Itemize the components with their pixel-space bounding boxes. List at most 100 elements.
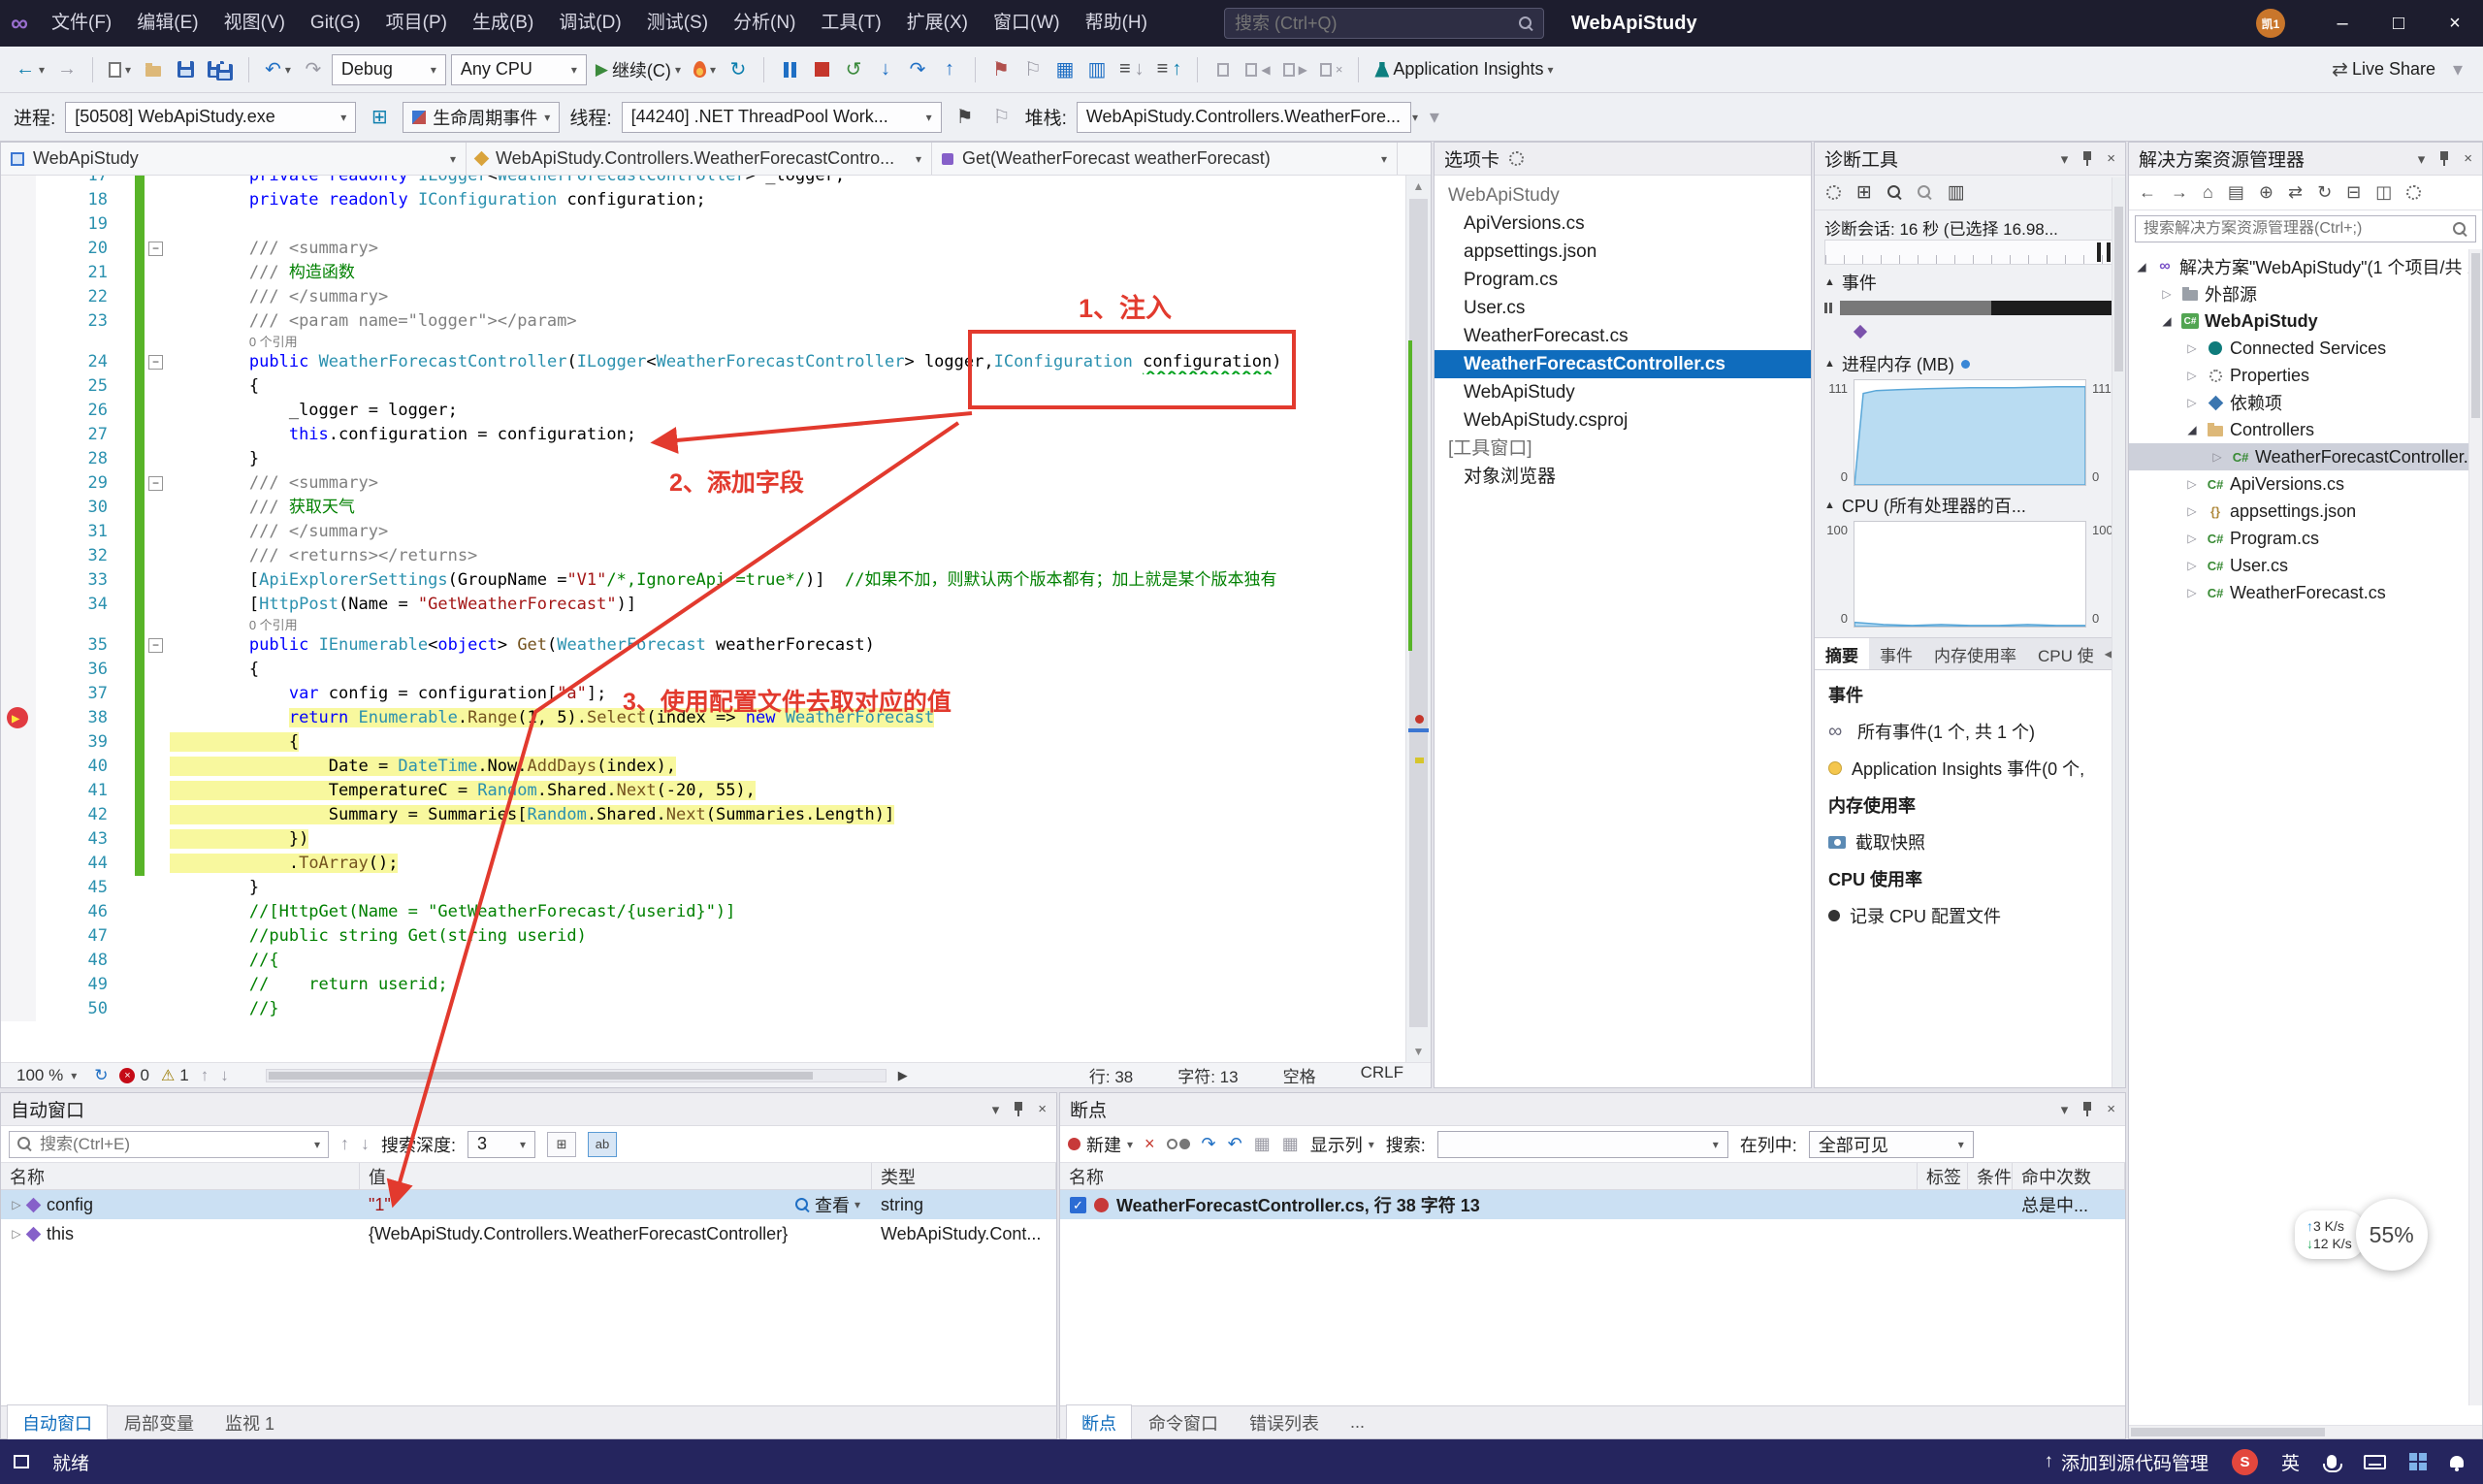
breakpoint-margin[interactable] [1, 309, 36, 334]
column-name[interactable]: 名称 [1060, 1163, 1918, 1189]
outline-margin[interactable]: − [145, 350, 170, 374]
code-content[interactable]: //} [170, 997, 1405, 1021]
tab-error-list[interactable]: 错误列表 [1235, 1405, 1334, 1440]
show-threads-button[interactable]: ≡ ↑ [1153, 52, 1186, 87]
tree-item[interactable]: ▷ 依赖项 [2129, 389, 2482, 416]
add-to-source-control-button[interactable]: ↑ 添加到源代码管理 [2044, 1449, 2209, 1475]
breakpoint-margin[interactable] [1, 544, 36, 568]
columns-view-icon-2[interactable]: ▦ [1282, 1134, 1299, 1154]
menu-item[interactable]: 调试(D) [546, 0, 633, 47]
outline-margin[interactable] [145, 399, 170, 423]
ime-indicator[interactable]: 英 [2281, 1449, 2300, 1475]
spaces-indicator[interactable]: 空格 [1283, 1063, 1316, 1087]
collapse-all-icon[interactable]: ⊟ [2346, 182, 2361, 203]
application-insights-button[interactable]: Application Insights ▾ [1370, 52, 1557, 87]
outline-margin[interactable] [145, 949, 170, 973]
feedback-button[interactable]: ▾ [2444, 52, 2471, 87]
zoom-in-icon[interactable] [1886, 185, 1902, 200]
menu-item[interactable]: 生成(B) [460, 0, 546, 47]
breakpoint-margin[interactable] [1, 212, 36, 237]
maximize-button[interactable]: □ [2370, 0, 2427, 47]
code-content[interactable]: // return userid; [170, 973, 1405, 997]
open-file-button[interactable] [140, 52, 167, 87]
breakpoint-margin[interactable] [1, 924, 36, 949]
toggle-bookmark-button[interactable] [1209, 52, 1237, 87]
breakpoint-margin[interactable] [1, 852, 36, 876]
search-next-icon[interactable]: ↓ [361, 1134, 370, 1154]
search-prev-icon[interactable]: ↑ [340, 1134, 349, 1154]
close-button[interactable]: × [2427, 0, 2483, 47]
tab-list-item[interactable]: WebApiStudy.csproj [1435, 406, 1811, 435]
outline-margin[interactable] [145, 520, 170, 544]
breakpoint-margin[interactable] [1, 399, 36, 423]
switch-views-icon[interactable]: ▤ [2228, 182, 2244, 203]
breakpoint-margin[interactable] [1, 285, 36, 309]
code-content[interactable]: Date = DateTime.Now.AddDays(index), [170, 755, 1405, 779]
hscrollbar-thumb[interactable] [268, 1071, 814, 1080]
show-flagged-button[interactable]: ⚐ [988, 100, 1016, 135]
pin-icon[interactable] [2438, 150, 2450, 167]
code-content[interactable]: private readonly IConfiguration configur… [170, 188, 1405, 212]
import-breakpoints-button[interactable]: ↶ [1228, 1134, 1242, 1154]
all-events-link[interactable]: ∞ 所有事件(1 个, 共 1 个) [1828, 719, 2112, 744]
menu-item[interactable]: 窗口(W) [981, 0, 1073, 47]
scrollbar-thumb[interactable] [2131, 1428, 2326, 1436]
outline-margin[interactable] [145, 593, 170, 617]
pending-changes-filter-icon[interactable]: ⊕ [2259, 182, 2273, 203]
code-content[interactable]: this.configuration = configuration; [170, 423, 1405, 447]
tab-list-item[interactable]: 对象浏览器 [1435, 463, 1811, 491]
solution-search-input[interactable] [2144, 220, 2447, 238]
chevron-down-icon[interactable]: ▾ [2061, 150, 2069, 168]
breakpoint-margin[interactable] [1, 334, 36, 350]
next-bookmark-button[interactable]: ▶ [1279, 52, 1311, 87]
expander-icon[interactable]: ◢ [2183, 423, 2201, 436]
selection-handle[interactable] [2107, 242, 2111, 262]
breakpoint-margin[interactable] [1, 949, 36, 973]
step-into-button[interactable]: ↓ [872, 52, 899, 87]
outline-margin[interactable] [145, 997, 170, 1021]
member-dropdown[interactable]: Get(WeatherForecast weatherForecast) ▾ [932, 143, 1398, 175]
breakpoint-margin[interactable] [1, 350, 36, 374]
outline-margin[interactable] [145, 334, 170, 350]
breakpoint-margin[interactable] [1, 617, 36, 633]
close-icon[interactable]: × [2107, 1101, 2115, 1117]
code-content[interactable]: { [170, 374, 1405, 399]
collapse-box-icon[interactable]: − [148, 476, 163, 491]
process-dropdown[interactable]: [50508] WebApiStudy.exe ▾ [65, 101, 357, 133]
outline-margin[interactable] [145, 779, 170, 803]
breakpoint-margin[interactable] [1, 973, 36, 997]
code-content[interactable]: 0 个引用 [170, 617, 1405, 633]
tree-item[interactable]: ▷ C# Program.cs [2129, 525, 2482, 552]
outline-margin[interactable] [145, 682, 170, 706]
code-content[interactable]: //{ [170, 949, 1405, 973]
outline-margin[interactable] [145, 423, 170, 447]
value-view-button[interactable]: 查看 ▾ [794, 1192, 872, 1217]
new-file-button[interactable]: ▾ [105, 52, 135, 87]
expander-icon[interactable]: ▷ [2158, 287, 2176, 301]
outline-margin[interactable] [145, 924, 170, 949]
breakpoint-margin[interactable] [1, 876, 36, 900]
tree-item[interactable]: ▷ Properties [2129, 362, 2482, 389]
continue-button[interactable]: ▶ 继续(C) ▾ [592, 52, 685, 87]
settings-gear-icon[interactable] [1826, 185, 1841, 200]
breakpoint-margin[interactable] [1, 658, 36, 682]
solution-hscrollbar[interactable] [2129, 1425, 2482, 1438]
type-dropdown[interactable]: WebApiStudy.Controllers.WeatherForecastC… [467, 143, 932, 175]
tab-list-item[interactable]: appsettings.json [1435, 238, 1811, 266]
tree-item[interactable]: ◢ ∞ 解决方案"WebApiStudy"(1 个项目/共 1 个项目) [2129, 253, 2482, 280]
forward-icon[interactable]: → [2171, 182, 2188, 203]
tree-item[interactable]: ▷ C# WeatherForecastController.cs [2129, 443, 2482, 470]
grid-icon[interactable] [2409, 1453, 2427, 1470]
menu-item[interactable]: 扩展(X) [894, 0, 981, 47]
collapse-box-icon[interactable]: − [148, 355, 163, 370]
outline-margin[interactable] [145, 900, 170, 924]
menu-item[interactable]: 分析(N) [721, 0, 808, 47]
breakpoint-margin[interactable] [1, 633, 36, 658]
prev-bookmark-button[interactable]: ◀ [1242, 52, 1274, 87]
step-over-button[interactable]: ↷ [904, 52, 931, 87]
undo-button[interactable]: ↶ ▾ [261, 52, 295, 87]
restart-debugging-button[interactable]: ↺ [840, 52, 867, 87]
windows-button[interactable]: ▦ [1051, 52, 1079, 87]
outline-margin[interactable] [145, 803, 170, 827]
delete-breakpoint-button[interactable]: × [1145, 1134, 1155, 1154]
